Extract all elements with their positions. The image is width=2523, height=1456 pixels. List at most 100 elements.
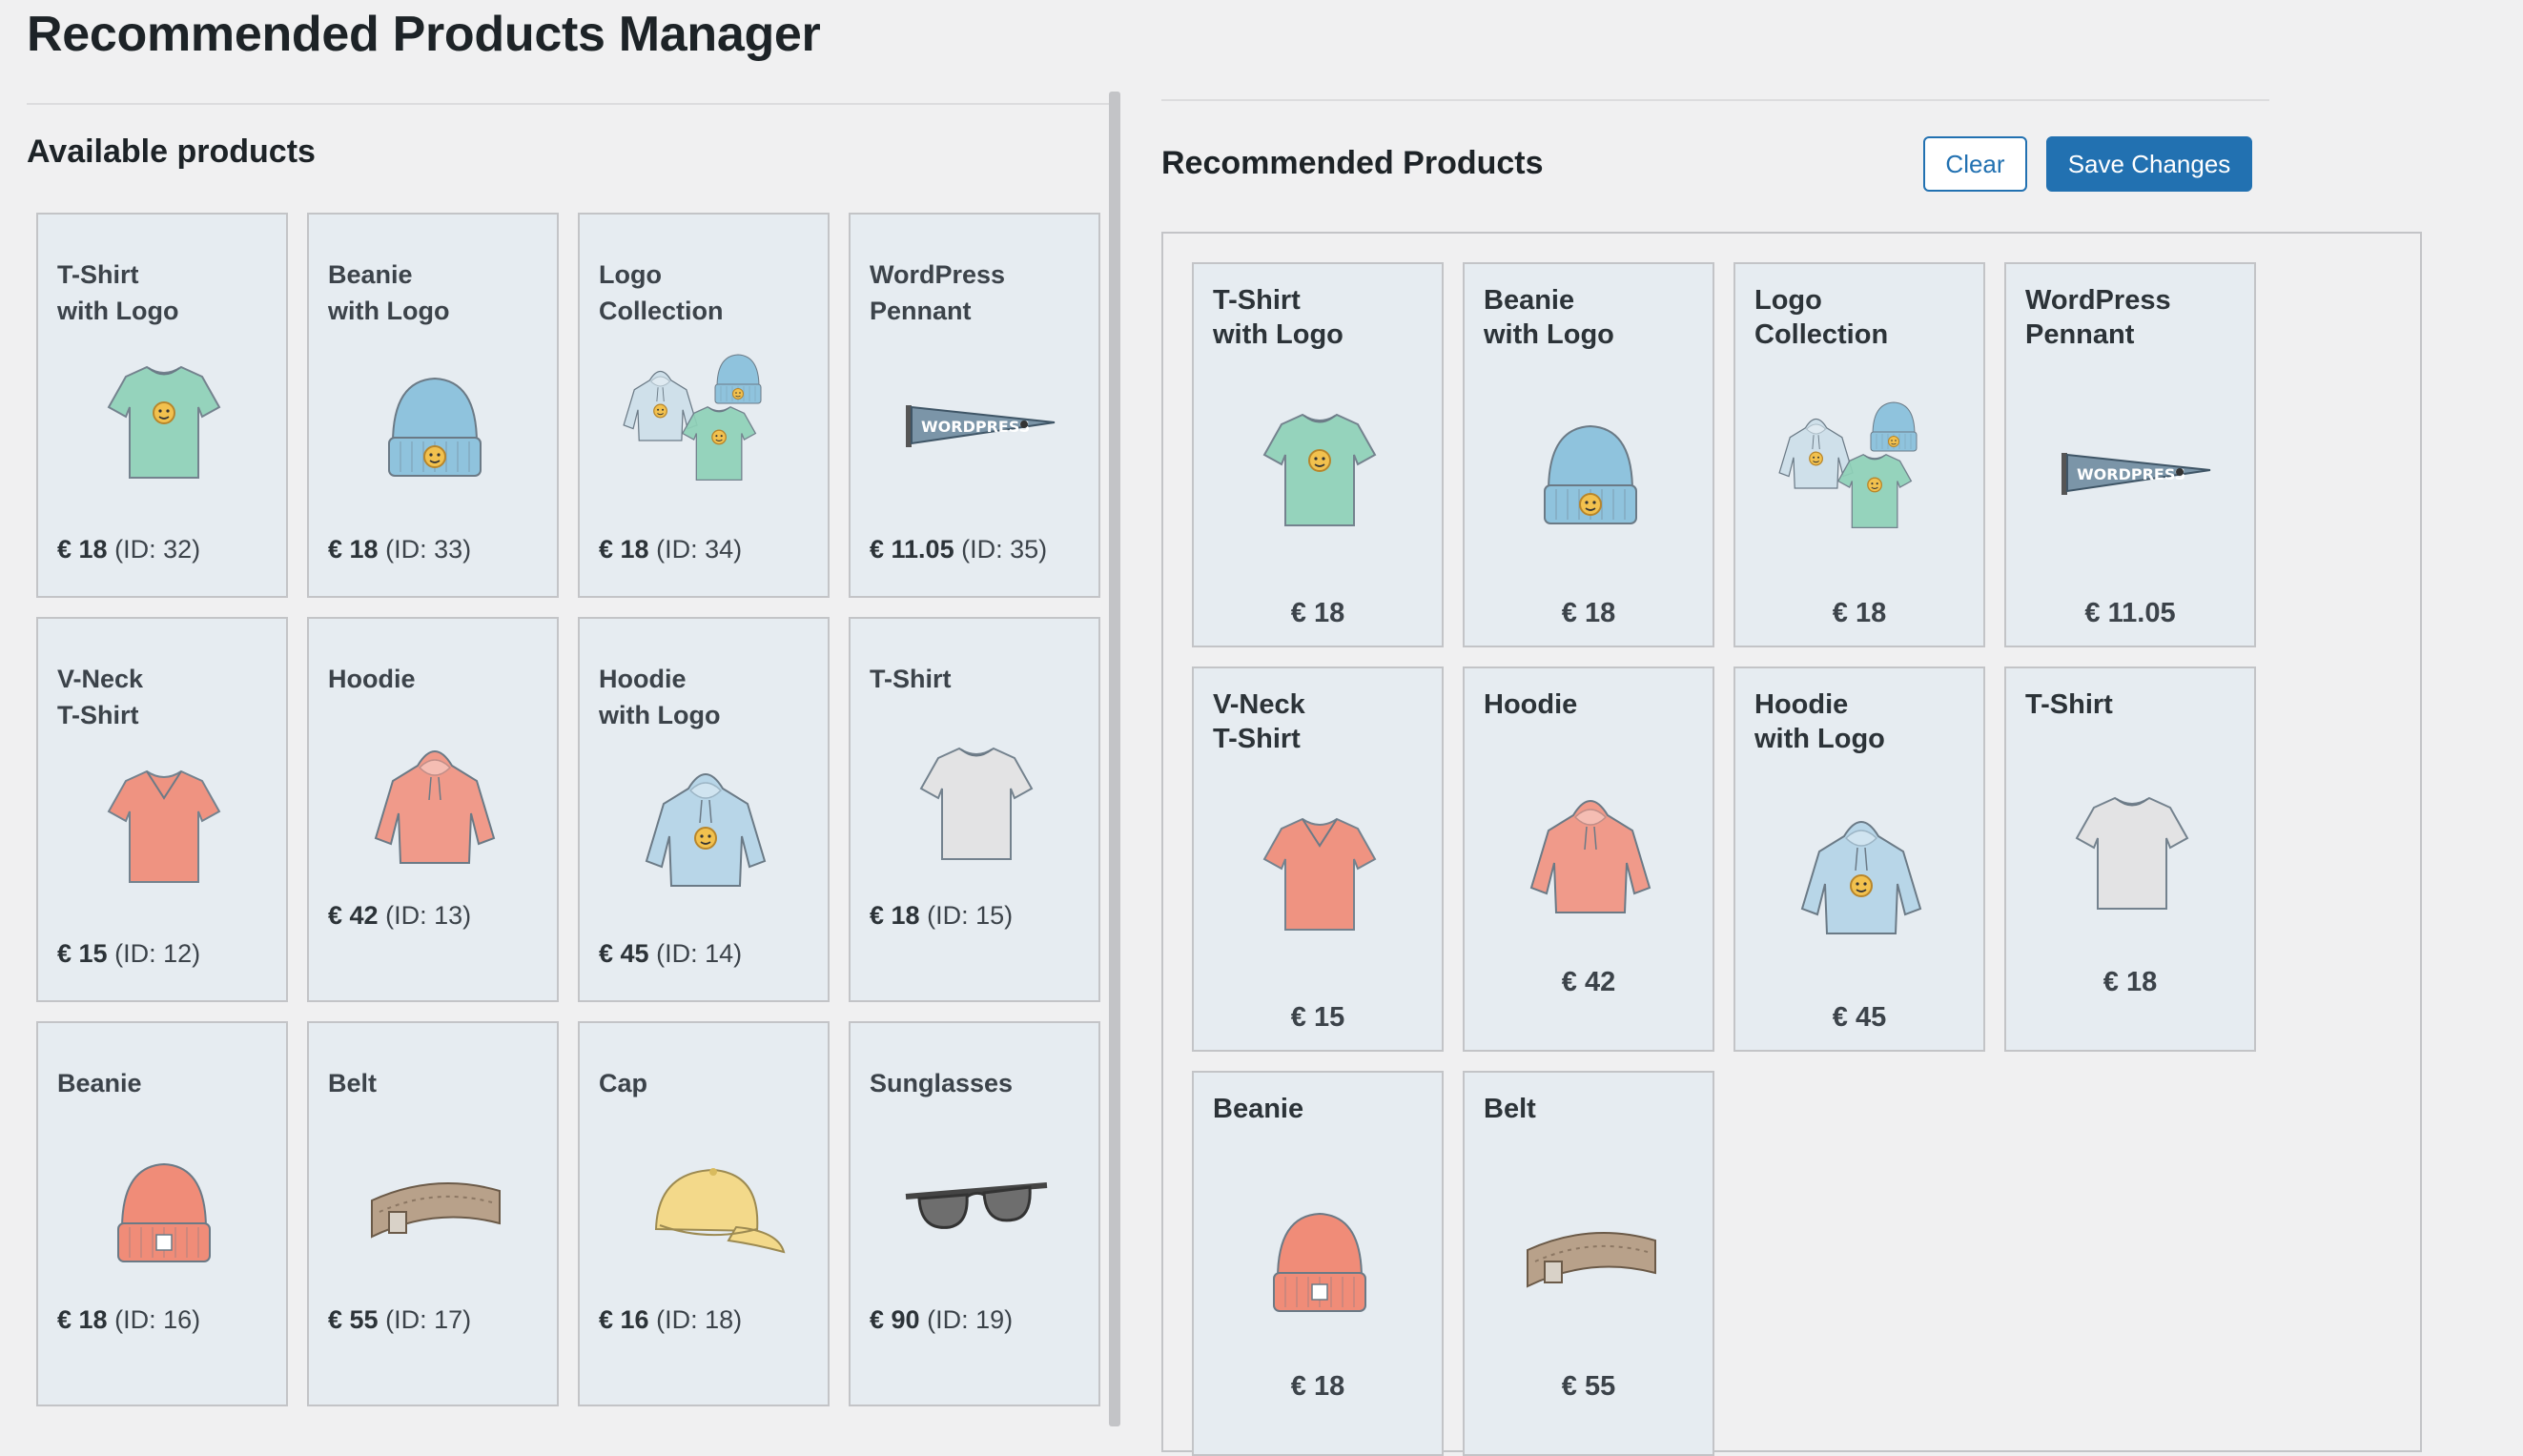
product-price: € 42 (ID: 13)	[328, 901, 471, 931]
available-product-card[interactable]: Beanie with Logo € 18 (ID: 33)	[307, 213, 559, 598]
tshirt-icon	[892, 720, 1060, 888]
available-product-card[interactable]: Belt € 55 (ID: 17)	[307, 1021, 559, 1406]
available-product-card[interactable]: Beanie € 18 (ID: 16)	[36, 1021, 288, 1406]
beanie-icon	[80, 1124, 248, 1292]
beanie-logo-icon	[1507, 386, 1674, 554]
recommended-product-card[interactable]: Hoodie € 42	[1463, 666, 1714, 1052]
available-products-heading: Available products	[27, 133, 316, 170]
product-id: (ID: 17)	[385, 1305, 472, 1334]
price-value: € 16	[599, 1305, 649, 1334]
product-price: € 11.05	[2084, 598, 2176, 628]
product-price: € 18 (ID: 34)	[599, 535, 742, 564]
available-product-card[interactable]: Hoodie with Logo € 45 (ID: 14)	[578, 617, 830, 1002]
product-price: € 18 (ID: 33)	[328, 535, 471, 564]
recommended-product-card[interactable]: Hoodie with Logo € 45	[1733, 666, 1985, 1052]
recommended-product-card[interactable]: V-Neck T-Shirt € 15	[1192, 666, 1444, 1052]
product-name: Beanie with Logo	[328, 260, 450, 325]
product-price: € 18	[1561, 598, 1616, 628]
price-value: € 55	[328, 1305, 379, 1334]
recommended-products-dropzone[interactable]: T-Shirt with Logo € 18 Beanie with Logo € 1…	[1161, 232, 2422, 1456]
product-price: € 55 (ID: 17)	[328, 1305, 471, 1335]
recommended-product-card[interactable]: Beanie € 18	[1192, 1071, 1444, 1456]
product-price: € 45	[1832, 1002, 1887, 1033]
product-name: Beanie	[1213, 1094, 1304, 1124]
product-name: Hoodie	[328, 665, 416, 693]
clear-button[interactable]: Clear	[1923, 136, 2027, 192]
product-name: T-Shirt	[2025, 689, 2113, 720]
vneck-icon	[80, 743, 248, 911]
recommended-product-card[interactable]: Beanie with Logo € 18	[1463, 262, 1714, 647]
price-value: € 15	[57, 939, 108, 968]
price-value: € 45	[599, 939, 649, 968]
recommended-product-card[interactable]: Belt € 55	[1463, 1071, 1714, 1456]
available-product-card[interactable]: Sunglasses € 90 (ID: 19)	[849, 1021, 1100, 1406]
divider	[27, 103, 1109, 105]
product-id: (ID: 13)	[385, 901, 472, 930]
available-product-card[interactable]: Logo Collection € 18 (ID: 34)	[578, 213, 830, 598]
product-price: € 18 (ID: 16)	[57, 1305, 200, 1335]
product-name: Belt	[328, 1069, 378, 1097]
available-product-card[interactable]: Hoodie € 42 (ID: 13)	[307, 617, 559, 1002]
logo-collection-icon	[1777, 386, 1945, 554]
tshirt-icon	[2048, 769, 2216, 937]
hoodie-logo-icon	[622, 743, 790, 911]
product-name: Hoodie	[1484, 689, 1578, 720]
recommended-product-card[interactable]: Logo Collection € 18	[1733, 262, 1985, 647]
recommended-product-card[interactable]: WordPress Pennant WORDPRESS € 11.05	[2004, 262, 2256, 647]
product-name: Beanie	[57, 1069, 142, 1097]
available-product-card[interactable]: V-Neck T-Shirt € 15 (ID: 12)	[36, 617, 288, 1002]
product-id: (ID: 34)	[656, 535, 743, 564]
price-value: € 18	[328, 535, 379, 564]
product-name: V-Neck T-Shirt	[1213, 689, 1305, 754]
product-id: (ID: 18)	[656, 1305, 743, 1334]
price-value: € 18	[57, 1305, 108, 1334]
product-price: € 18	[1290, 598, 1345, 628]
recommended-products-heading: Recommended Products	[1161, 145, 1544, 181]
available-product-card[interactable]: Cap € 16 (ID: 18)	[578, 1021, 830, 1406]
pennant-icon: WORDPRESS	[2048, 386, 2216, 554]
available-product-card[interactable]: T-Shirt € 18 (ID: 15)	[849, 617, 1100, 1002]
product-name: Logo Collection	[1754, 285, 1889, 350]
product-price: € 16 (ID: 18)	[599, 1305, 742, 1335]
recommended-product-card[interactable]: T-Shirt € 18	[2004, 666, 2256, 1052]
product-id: (ID: 15)	[927, 901, 1014, 930]
price-value: € 42	[328, 901, 379, 930]
product-name: Sunglasses	[870, 1069, 1014, 1097]
product-name: WordPress Pennant	[2025, 285, 2171, 350]
hoodie-icon	[351, 720, 519, 888]
product-price: € 15 (ID: 12)	[57, 939, 200, 969]
product-name: V-Neck T-Shirt	[57, 665, 144, 729]
available-products-panel: Available products T-Shirt with Logo € 18…	[0, 86, 1109, 1426]
product-name: Hoodie with Logo	[1754, 689, 1885, 754]
price-value: € 18	[599, 535, 649, 564]
tshirt-logo-icon	[1236, 386, 1404, 554]
product-name: WordPress Pennant	[870, 260, 1006, 325]
product-price: € 18 (ID: 15)	[870, 901, 1013, 931]
page-title: Recommended Products Manager	[27, 7, 821, 62]
available-products-grid: T-Shirt with Logo € 18 (ID: 32) Beanie wit…	[36, 213, 1100, 1406]
product-price: € 45 (ID: 14)	[599, 939, 742, 969]
panel-scrollbar[interactable]	[1109, 92, 1120, 1426]
product-id: (ID: 32)	[114, 535, 201, 564]
save-changes-button[interactable]: Save Changes	[2046, 136, 2252, 192]
price-value: € 90	[870, 1305, 920, 1334]
product-price: € 15	[1290, 1002, 1345, 1033]
product-id: (ID: 12)	[114, 939, 201, 968]
product-name: T-Shirt with Logo	[57, 260, 179, 325]
recommended-products-grid: T-Shirt with Logo € 18 Beanie with Logo € 1…	[1192, 262, 2256, 1456]
product-price: € 18	[2102, 967, 2158, 997]
beanie-icon	[1236, 1174, 1404, 1342]
recommended-product-card[interactable]: T-Shirt with Logo € 18	[1192, 262, 1444, 647]
product-price: € 42	[1561, 967, 1616, 997]
divider	[1161, 99, 2269, 101]
vneck-icon	[1236, 790, 1404, 958]
available-product-card[interactable]: T-Shirt with Logo € 18 (ID: 32)	[36, 213, 288, 598]
product-name: Hoodie with Logo	[599, 665, 721, 729]
pennant-icon: WORDPRESS	[892, 338, 1060, 506]
product-id: (ID: 19)	[927, 1305, 1014, 1334]
available-product-card[interactable]: WordPress Pennant WORDPRESS € 11.05 (ID: 3…	[849, 213, 1100, 598]
product-name: T-Shirt	[870, 665, 952, 693]
product-id: (ID: 33)	[385, 535, 472, 564]
product-price: € 55	[1561, 1371, 1616, 1402]
product-name: Logo Collection	[599, 260, 724, 325]
